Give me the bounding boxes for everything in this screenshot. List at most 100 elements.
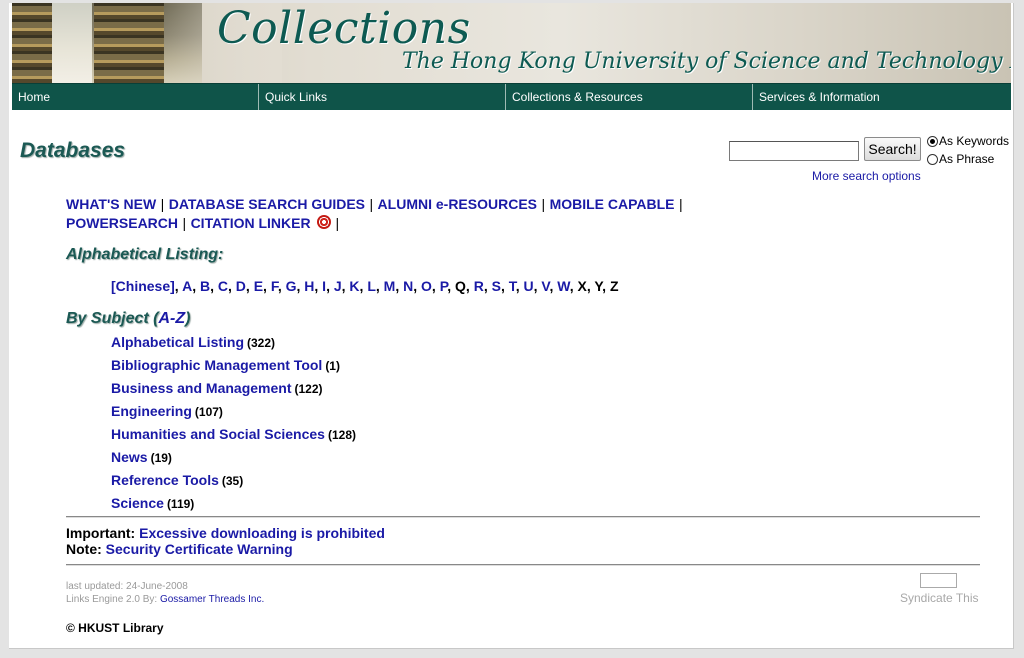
footer-info: last updated: 24-June-2008 Links Engine …	[66, 580, 264, 606]
important-notice: Important: Excessive downloading is proh…	[66, 525, 385, 541]
subject-link[interactable]: Alphabetical Listing	[111, 334, 244, 350]
subject-az-link[interactable]: A-Z	[158, 310, 185, 327]
letter-j-link[interactable]: J	[334, 278, 342, 294]
syndicate-link[interactable]: Syndicate This	[900, 591, 979, 605]
subject-count: (35)	[221, 474, 244, 488]
letter-u-link[interactable]: U	[524, 278, 534, 294]
letter-s-link[interactable]: S	[492, 278, 501, 294]
alumni-eresources-link[interactable]: ALUMNI e-RESOURCES	[378, 196, 537, 212]
citation-linker-icon[interactable]	[317, 215, 332, 229]
whats-new-link[interactable]: WHAT'S NEW	[66, 196, 156, 212]
banner: Collections The Hong Kong University of …	[12, 3, 1011, 83]
nav-services-information[interactable]: Services & Information	[753, 84, 1000, 110]
letter-c-link[interactable]: C	[218, 278, 228, 294]
letter-separator: ,	[314, 278, 323, 294]
letter-a-link[interactable]: A	[182, 278, 192, 294]
engine-credit: Links Engine 2.0 By: Gossamer Threads In…	[66, 593, 264, 606]
citation-linker-link[interactable]: CITATION LINKER	[191, 215, 311, 231]
last-updated: last updated: 24-June-2008	[66, 581, 188, 592]
letter-separator: ,	[515, 278, 524, 294]
alphabet-index: [Chinese], A, B, C, D, E, F, G, H, I, J,…	[111, 278, 619, 294]
letter-separator: ,	[465, 278, 474, 294]
subject-link[interactable]: Science	[111, 495, 164, 511]
letter-m-link[interactable]: M	[384, 278, 396, 294]
subject-link[interactable]: Reference Tools	[111, 472, 219, 488]
letter-separator: ,	[277, 278, 286, 294]
letter-separator: ,	[431, 278, 440, 294]
letter-y-link: Y	[594, 278, 603, 294]
letter-separator: ,	[192, 278, 200, 294]
as-keywords-radio[interactable]	[927, 135, 938, 147]
letter-f-link[interactable]: F	[271, 278, 278, 294]
powersearch-link[interactable]: POWERSEARCH	[66, 215, 178, 231]
subject-count: (107)	[194, 405, 223, 419]
syndicate-icon[interactable]	[920, 573, 957, 588]
subject-item: Engineering (107)	[111, 401, 356, 424]
divider	[66, 516, 980, 518]
letter-separator: ,	[326, 278, 334, 294]
separator: |	[182, 215, 187, 231]
by-subject-heading-text: By Subject (	[66, 310, 159, 327]
letter-g-link[interactable]: G	[286, 278, 297, 294]
subject-item: Humanities and Social Sciences (128)	[111, 424, 356, 447]
letter-q-link: Q	[455, 278, 466, 294]
letter-w-link[interactable]: W	[557, 278, 569, 294]
letter-separator: ,	[483, 278, 492, 294]
letter-r-link[interactable]: R	[474, 278, 484, 294]
subject-link[interactable]: Engineering	[111, 403, 192, 419]
letter-h-link[interactable]: H	[304, 278, 314, 294]
letter-l-link[interactable]: L	[367, 278, 376, 294]
excessive-downloading-link[interactable]: Excessive downloading is prohibited	[139, 525, 385, 541]
security-certificate-link[interactable]: Security Certificate Warning	[106, 541, 293, 557]
letter-separator: ,	[447, 278, 456, 294]
search-input[interactable]	[729, 141, 859, 161]
note-label: Note:	[66, 541, 102, 557]
letter-separator: ,	[395, 278, 404, 294]
letter-separator: ,	[569, 278, 578, 294]
subject-link[interactable]: News	[111, 449, 148, 465]
subject-item: Bibliographic Management Tool (1)	[111, 355, 356, 378]
subject-count: (119)	[166, 497, 195, 511]
separator: |	[541, 196, 546, 212]
letter-t-link[interactable]: T	[509, 278, 516, 294]
separator: |	[678, 196, 683, 212]
letter-o-link[interactable]: O	[421, 278, 432, 294]
banner-subtitle: The Hong Kong University of Science and …	[402, 49, 1011, 74]
gossamer-threads-link[interactable]: Gossamer Threads Inc.	[160, 594, 264, 605]
subject-link[interactable]: Business and Management	[111, 380, 292, 396]
security-note: Note: Security Certificate Warning	[66, 541, 293, 557]
as-keywords-option[interactable]: As Keywords	[927, 134, 1009, 148]
main-nav: Home Quick Links Collections & Resources…	[12, 83, 1011, 110]
letter-n-link[interactable]: N	[403, 278, 413, 294]
letter-z-link: Z	[609, 278, 619, 294]
nav-home[interactable]: Home	[12, 84, 259, 110]
by-subject-heading-close: )	[185, 310, 191, 327]
search-guides-link[interactable]: DATABASE SEARCH GUIDES	[169, 196, 365, 212]
subject-item: Alphabetical Listing (322)	[111, 332, 356, 355]
subject-link[interactable]: Humanities and Social Sciences	[111, 426, 325, 442]
search-button[interactable]: Search!	[864, 137, 921, 161]
subject-item: Science (119)	[111, 493, 356, 516]
letter-separator: ,	[174, 278, 183, 294]
top-links: WHAT'S NEW | DATABASE SEARCH GUIDES | AL…	[66, 195, 706, 233]
letter-separator: ,	[263, 278, 271, 294]
as-phrase-radio[interactable]	[927, 153, 938, 165]
letter-separator: ,	[413, 278, 422, 294]
letter-separator: ,	[210, 278, 218, 294]
more-search-options-link[interactable]: More search options	[812, 169, 921, 183]
letter-k-link[interactable]: K	[349, 278, 359, 294]
letter-b-link[interactable]: B	[200, 278, 210, 294]
subject-list: Alphabetical Listing (322) Bibliographic M…	[111, 332, 356, 516]
mobile-capable-link[interactable]: MOBILE CAPABLE	[550, 196, 675, 212]
letter-d-link[interactable]: D	[236, 278, 246, 294]
subject-item: Reference Tools (35)	[111, 470, 356, 493]
letter-e-link[interactable]: E	[254, 278, 263, 294]
subject-link[interactable]: Bibliographic Management Tool	[111, 357, 322, 373]
page-title: Databases	[20, 139, 126, 162]
important-label: Important:	[66, 525, 136, 541]
letter-chinese-link[interactable]: [Chinese]	[111, 278, 175, 294]
letter-separator: ,	[245, 278, 254, 294]
nav-quick-links[interactable]: Quick Links	[259, 84, 506, 110]
nav-collections-resources[interactable]: Collections & Resources	[506, 84, 753, 110]
as-phrase-option[interactable]: As Phrase	[927, 152, 994, 166]
